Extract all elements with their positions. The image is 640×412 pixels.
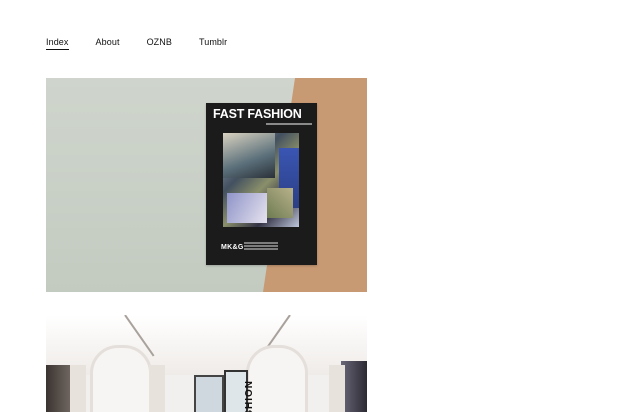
poster-title: FAST FASHION	[213, 107, 302, 121]
gallery-column	[329, 365, 345, 412]
wall-title-text: FASHION	[244, 380, 255, 412]
gallery-doorway	[194, 375, 224, 412]
poster-logo: MK&G	[221, 244, 244, 251]
nav-item-oznb[interactable]: OZNB	[147, 37, 172, 50]
poster: FAST FASHION MK&G	[206, 103, 317, 265]
gallery-column	[70, 365, 86, 412]
poster-fine-print	[244, 242, 278, 251]
nav-item-about[interactable]: About	[96, 37, 120, 50]
poster-collage-image	[223, 133, 299, 227]
nav-item-index[interactable]: Index	[46, 37, 69, 50]
gallery-arch	[90, 345, 152, 412]
gallery-column	[149, 365, 165, 412]
project-thumbnail-gallery[interactable]: FASHION	[46, 315, 367, 412]
main-nav: Index About OZNB Tumblr	[46, 37, 254, 50]
gallery-side-left	[46, 365, 70, 412]
poster-subtitle-line	[266, 123, 312, 125]
project-thumbnail-fast-fashion[interactable]: FAST FASHION MK&G	[46, 78, 367, 292]
nav-item-tumblr[interactable]: Tumblr	[199, 37, 227, 50]
gallery-arch	[246, 345, 308, 412]
